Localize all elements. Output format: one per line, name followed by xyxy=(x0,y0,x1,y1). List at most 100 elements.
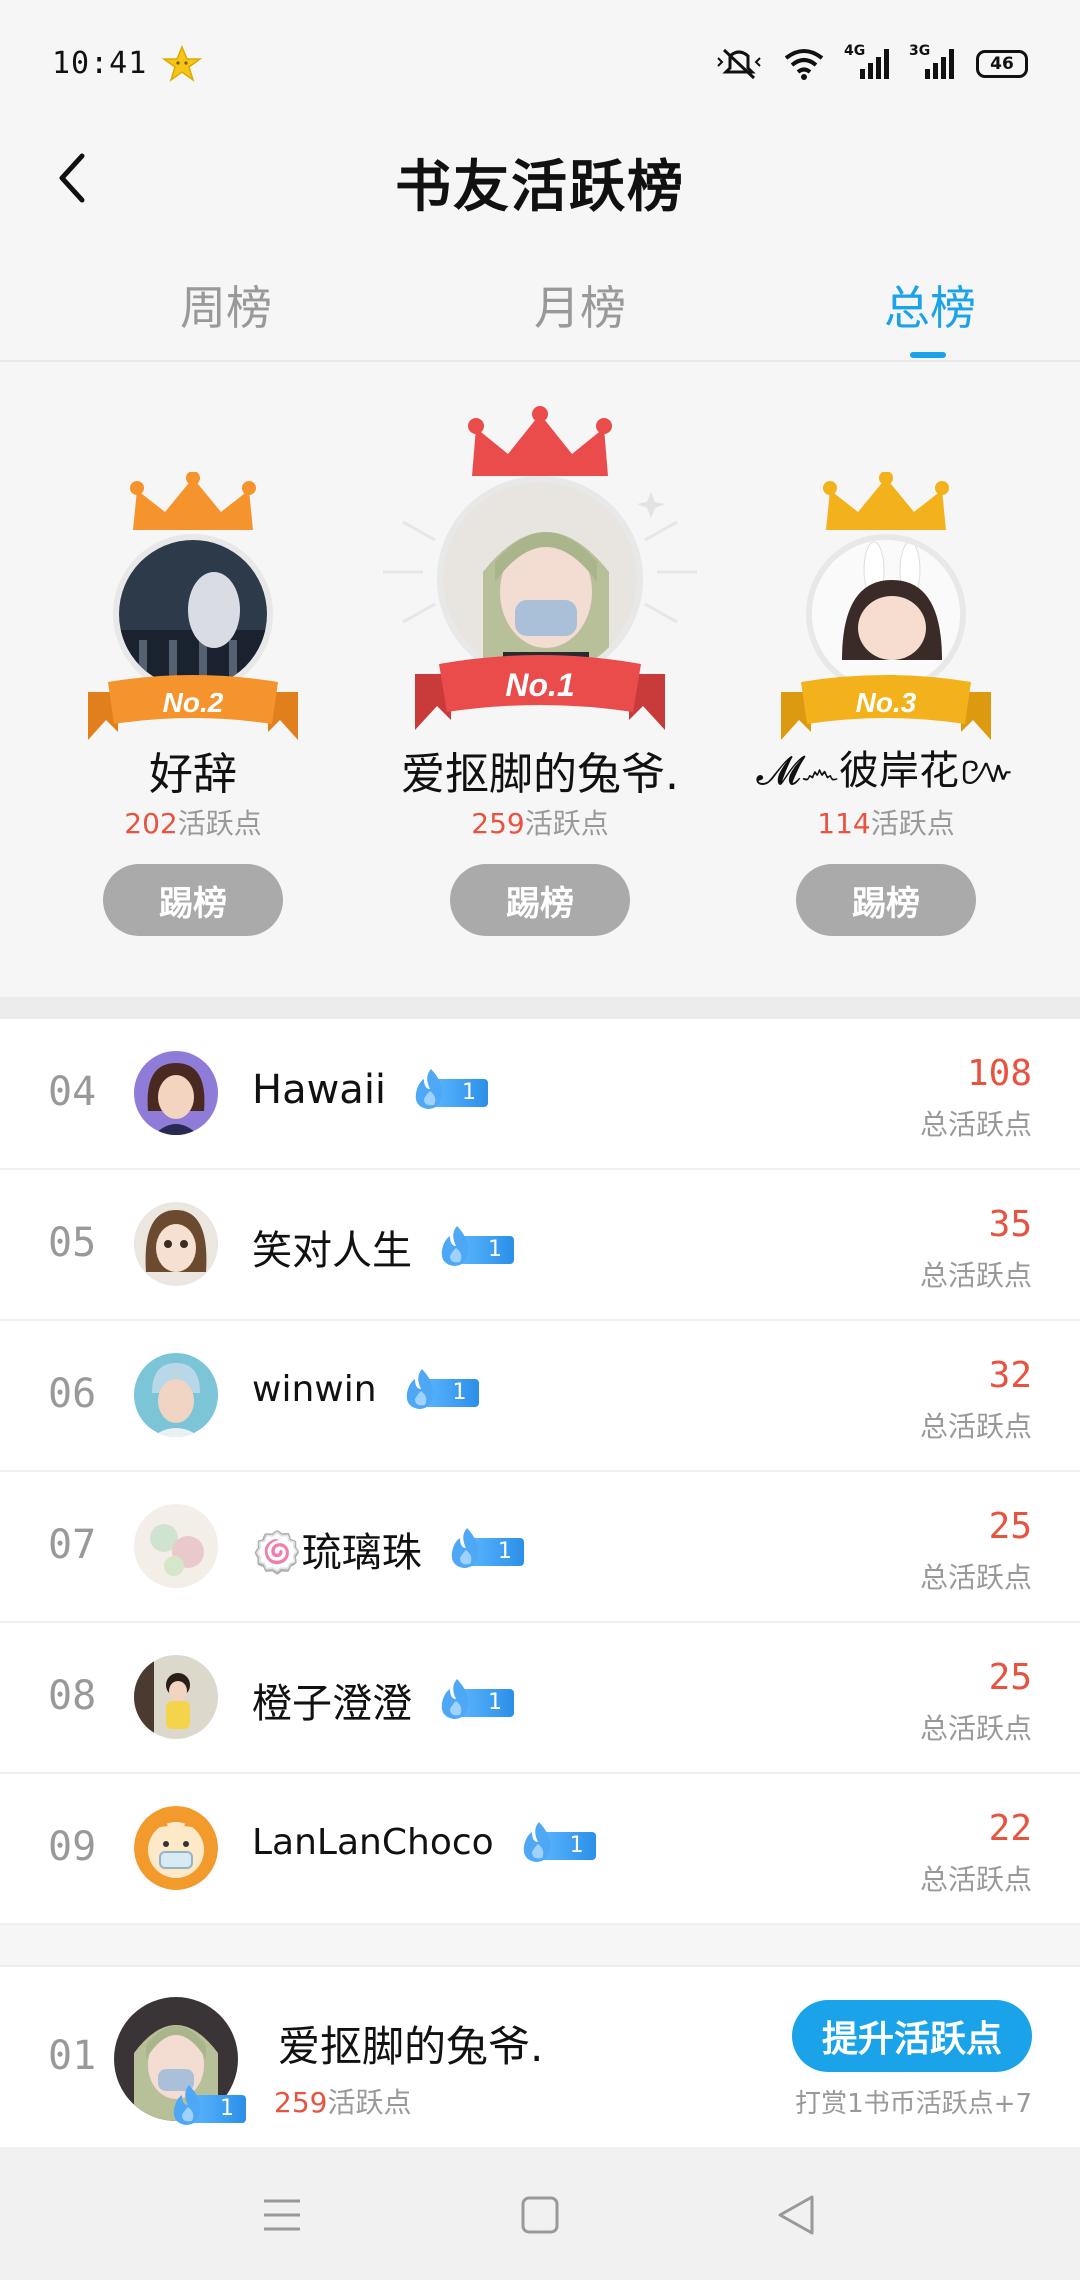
my-points: 259活跃点 xyxy=(274,2081,411,2121)
score-value: 35 xyxy=(988,1204,1032,1245)
signal-3g-icon: 3G xyxy=(909,43,954,79)
podium-points: 202活跃点 xyxy=(20,802,366,842)
username: 🍥琉璃珠 xyxy=(252,1530,422,1576)
level-badge: 1 xyxy=(168,2085,246,2125)
flame-icon xyxy=(173,2085,201,2125)
menu-icon xyxy=(264,2199,300,2231)
rank-label: No.3 xyxy=(856,687,917,718)
points-value: 259 xyxy=(471,807,525,840)
rank-number: 09 xyxy=(48,1824,97,1870)
avatar-image xyxy=(134,1353,218,1437)
status-icons: 4G 3G 46 xyxy=(716,43,1028,82)
rank-ribbon: No.2 xyxy=(88,675,298,740)
avatar-image xyxy=(134,1051,218,1135)
rank-ribbon: No.1 xyxy=(415,655,665,730)
points-value: 114 xyxy=(817,807,871,840)
podium-points: 259活跃点 xyxy=(367,802,713,842)
rank-ribbon: No.3 xyxy=(781,675,991,740)
score-label: 总活跃点 xyxy=(919,1259,1032,1292)
user-info: 🍥琉璃珠 1 xyxy=(252,1520,524,1578)
score-value: 25 xyxy=(988,1506,1032,1547)
podium-second-place: No.2 好辞 202活跃点 踢榜 xyxy=(20,362,366,997)
user-info: Hawaii 1 xyxy=(252,1067,489,1113)
level-badge: 1 xyxy=(446,1528,524,1568)
score-label: 总活跃点 xyxy=(919,1561,1032,1594)
score-label: 总活跃点 xyxy=(919,1712,1032,1745)
flame-icon xyxy=(523,1821,550,1862)
points-unit: 活跃点 xyxy=(524,807,609,840)
home-nav-button[interactable] xyxy=(510,2185,570,2245)
kick-rank-button[interactable]: 踢榜 xyxy=(103,864,283,936)
avatar[interactable] xyxy=(134,1051,218,1135)
mute-icon xyxy=(717,48,761,80)
reward-hint: 打赏1书币活跃点+7 xyxy=(795,2089,1032,2119)
my-username: 爱抠脚的兔爷. xyxy=(278,2022,544,2071)
podium-third-place: No.3 𝓜෴彼岸花៚ 114活跃点 踢榜 xyxy=(713,362,1059,997)
my-rank-number: 01 xyxy=(48,2033,97,2079)
section-divider xyxy=(0,997,1080,1019)
signal-4g-icon: 4G xyxy=(844,43,889,79)
level-badge: 1 xyxy=(436,1226,514,1266)
rank-number: 06 xyxy=(48,1371,97,1417)
avatar[interactable] xyxy=(134,1504,218,1588)
list-item[interactable]: 04 Hawaii 1 108 总活跃点 xyxy=(0,1019,1080,1170)
crown-icon xyxy=(130,472,256,530)
tab-total[interactable]: 总榜 xyxy=(830,272,1030,338)
signal-3g-label: 3G xyxy=(909,43,931,59)
avatar-image xyxy=(134,1202,218,1286)
avatar[interactable] xyxy=(134,1202,218,1286)
score-label: 总活跃点 xyxy=(919,1108,1032,1141)
crown-icon xyxy=(468,406,612,476)
menu-nav-button[interactable] xyxy=(252,2185,312,2245)
list-item[interactable]: 08 橙子澄澄 1 25 总活跃点 xyxy=(0,1623,1080,1774)
username: Hawaii xyxy=(252,1067,387,1113)
ranking-list: 04 Hawaii 1 108 总活跃点 05 笑对人生 1 35 总活跃点 0… xyxy=(0,1019,1080,1925)
list-item[interactable]: 07 🍥琉璃珠 1 25 总活跃点 xyxy=(0,1472,1080,1623)
back-nav-button[interactable] xyxy=(766,2185,826,2245)
avatar[interactable] xyxy=(134,1655,218,1739)
list-item[interactable]: 05 笑对人生 1 35 总活跃点 xyxy=(0,1170,1080,1321)
rank-number: 04 xyxy=(48,1069,97,1115)
points-unit: 活跃点 xyxy=(870,807,955,840)
status-time: 10:41 xyxy=(52,46,148,81)
tab-monthly[interactable]: 月榜 xyxy=(480,272,680,338)
rank-label: No.2 xyxy=(163,687,224,718)
username: winwin xyxy=(252,1369,377,1410)
my-rank-bar: 01 1 爱抠脚的兔爷. 259活跃点 提升活跃点 打赏1书币活跃点+7 xyxy=(0,1965,1080,2147)
rank-number: 08 xyxy=(48,1673,97,1719)
kick-rank-button[interactable]: 踢榜 xyxy=(796,864,976,936)
level-badge: 1 xyxy=(410,1069,489,1109)
system-nav-bar xyxy=(0,2147,1080,2280)
flame-icon xyxy=(441,1679,469,1719)
list-item[interactable]: 06 winwin 1 32 总活跃点 xyxy=(0,1321,1080,1472)
avatar-image xyxy=(134,1655,218,1739)
score-label: 总活跃点 xyxy=(919,1410,1032,1443)
boost-activity-button[interactable]: 提升活跃点 xyxy=(792,2000,1032,2072)
score-value: 25 xyxy=(988,1657,1032,1698)
avatar-image xyxy=(119,540,267,688)
avatar[interactable] xyxy=(134,1353,218,1437)
score-value: 108 xyxy=(966,1053,1032,1094)
username: 橙子澄澄 xyxy=(252,1681,412,1727)
avatar[interactable] xyxy=(134,1806,218,1890)
podium-name: 好辞 xyxy=(149,749,237,800)
username: 笑对人生 xyxy=(252,1228,412,1274)
flame-icon xyxy=(451,1528,479,1568)
list-item[interactable]: 09 LanLanChoco 1 22 总活跃点 xyxy=(0,1774,1080,1925)
flame-icon xyxy=(415,1069,443,1109)
avatar[interactable] xyxy=(113,534,273,694)
rank-number: 07 xyxy=(48,1522,97,1568)
level-badge: 1 xyxy=(401,1368,479,1409)
tab-weekly[interactable]: 周榜 xyxy=(126,272,326,338)
points-value: 202 xyxy=(124,807,178,840)
flame-icon xyxy=(441,1226,469,1266)
active-tab-indicator xyxy=(910,352,946,358)
triangle-back-icon xyxy=(778,2195,814,2235)
status-bar: 10:41 4G 3G 46 xyxy=(0,0,1080,130)
username: LanLanChoco xyxy=(252,1822,494,1863)
podium-name: 𝓜෴彼岸花៚ xyxy=(756,748,1016,794)
podium-first-place: No.1 爱抠脚的兔爷. 259活跃点 踢榜 xyxy=(367,362,713,997)
rank-label: No.1 xyxy=(505,667,574,703)
avatar[interactable] xyxy=(806,534,966,694)
kick-rank-button[interactable]: 踢榜 xyxy=(450,864,630,936)
